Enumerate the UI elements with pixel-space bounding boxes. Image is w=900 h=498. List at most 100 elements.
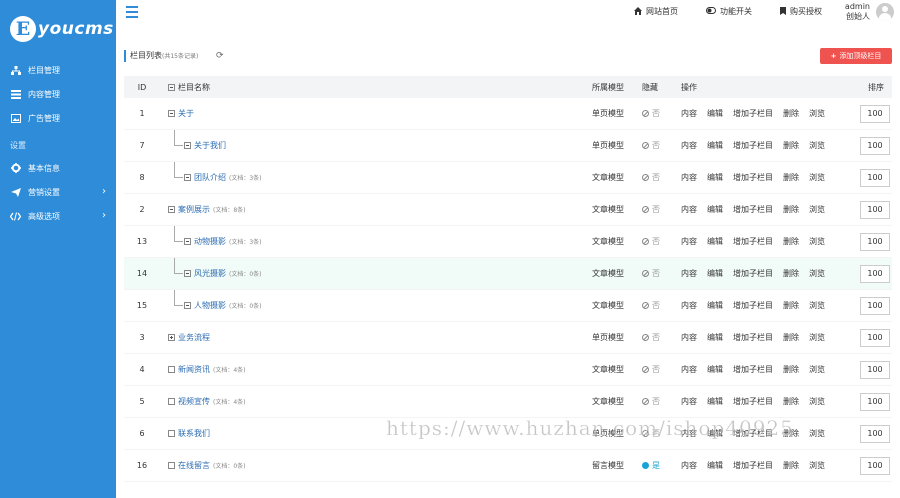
op-0-link[interactable]: 内容 — [681, 332, 697, 343]
expand-toggle-icon[interactable] — [168, 398, 175, 405]
op-4-link[interactable]: 浏览 — [809, 268, 825, 279]
menu-toggle-icon[interactable] — [126, 6, 138, 18]
op-1-link[interactable]: 编辑 — [707, 364, 723, 375]
category-name-link[interactable]: 关于我们 — [194, 140, 226, 151]
row-hide[interactable]: 否 — [642, 130, 660, 161]
expand-toggle-icon[interactable] — [168, 206, 175, 213]
row-hide[interactable]: 否 — [642, 258, 660, 289]
row-hide[interactable]: 否 — [642, 418, 660, 449]
row-hide[interactable]: 否 — [642, 322, 660, 353]
op-3-link[interactable]: 删除 — [783, 108, 799, 119]
category-name-link[interactable]: 在线留言 — [178, 460, 210, 471]
op-0-link[interactable]: 内容 — [681, 460, 697, 471]
op-2-link[interactable]: 增加子栏目 — [733, 396, 773, 407]
op-2-link[interactable]: 增加子栏目 — [733, 108, 773, 119]
op-1-link[interactable]: 编辑 — [707, 140, 723, 151]
expand-toggle-icon[interactable] — [168, 334, 175, 341]
sort-input[interactable] — [860, 168, 890, 187]
sidebar-item-category[interactable]: 栏目管理 — [0, 58, 116, 82]
op-3-link[interactable]: 删除 — [783, 236, 799, 247]
op-1-link[interactable]: 编辑 — [707, 268, 723, 279]
expand-toggle-icon[interactable] — [184, 238, 191, 245]
sidebar-item-marketing[interactable]: 营销设置 › — [0, 180, 116, 204]
op-0-link[interactable]: 内容 — [681, 140, 697, 151]
op-0-link[interactable]: 内容 — [681, 268, 697, 279]
op-1-link[interactable]: 编辑 — [707, 428, 723, 439]
op-2-link[interactable]: 增加子栏目 — [733, 172, 773, 183]
category-name-link[interactable]: 案例展示 — [178, 204, 210, 215]
op-2-link[interactable]: 增加子栏目 — [733, 300, 773, 311]
sort-input[interactable] — [860, 136, 890, 155]
row-hide[interactable]: 否 — [642, 354, 660, 385]
op-0-link[interactable]: 内容 — [681, 396, 697, 407]
sort-input[interactable] — [860, 456, 890, 475]
category-name-link[interactable]: 风光摄影 — [194, 268, 226, 279]
row-hide[interactable]: 否 — [642, 194, 660, 225]
row-hide[interactable]: 否 — [642, 290, 660, 321]
category-name-link[interactable]: 关于 — [178, 108, 194, 119]
row-hide[interactable]: 否 — [642, 98, 660, 129]
op-4-link[interactable]: 浏览 — [809, 364, 825, 375]
op-4-link[interactable]: 浏览 — [809, 108, 825, 119]
op-2-link[interactable]: 增加子栏目 — [733, 140, 773, 151]
avatar[interactable] — [876, 3, 894, 21]
op-4-link[interactable]: 浏览 — [809, 460, 825, 471]
op-0-link[interactable]: 内容 — [681, 172, 697, 183]
op-1-link[interactable]: 编辑 — [707, 300, 723, 311]
feature-switch-link[interactable]: 功能开关 — [706, 6, 752, 17]
op-2-link[interactable]: 增加子栏目 — [733, 204, 773, 215]
row-hide[interactable]: 是 — [642, 450, 660, 481]
op-4-link[interactable]: 浏览 — [809, 428, 825, 439]
op-3-link[interactable]: 删除 — [783, 140, 799, 151]
category-name-link[interactable]: 联系我们 — [178, 428, 210, 439]
op-4-link[interactable]: 浏览 — [809, 332, 825, 343]
op-0-link[interactable]: 内容 — [681, 204, 697, 215]
refresh-icon[interactable]: ⟳ — [216, 51, 224, 61]
site-home-link[interactable]: 网站首页 — [634, 6, 678, 17]
op-1-link[interactable]: 编辑 — [707, 204, 723, 215]
category-name-link[interactable]: 业务流程 — [178, 332, 210, 343]
op-4-link[interactable]: 浏览 — [809, 236, 825, 247]
op-4-link[interactable]: 浏览 — [809, 300, 825, 311]
op-3-link[interactable]: 删除 — [783, 268, 799, 279]
sort-input[interactable] — [860, 104, 890, 123]
op-1-link[interactable]: 编辑 — [707, 236, 723, 247]
expand-toggle-icon[interactable] — [168, 430, 175, 437]
category-name-link[interactable]: 新闻资讯 — [178, 364, 210, 375]
op-0-link[interactable]: 内容 — [681, 108, 697, 119]
row-hide[interactable]: 否 — [642, 162, 660, 193]
op-3-link[interactable]: 删除 — [783, 428, 799, 439]
expand-toggle-icon[interactable] — [184, 302, 191, 309]
op-4-link[interactable]: 浏览 — [809, 396, 825, 407]
sidebar-item-content[interactable]: 内容管理 — [0, 82, 116, 106]
sort-input[interactable] — [860, 424, 890, 443]
op-2-link[interactable]: 增加子栏目 — [733, 332, 773, 343]
op-1-link[interactable]: 编辑 — [707, 460, 723, 471]
row-hide[interactable]: 否 — [642, 386, 660, 417]
buy-license-link[interactable]: 购买授权 — [780, 6, 822, 17]
op-2-link[interactable]: 增加子栏目 — [733, 268, 773, 279]
op-1-link[interactable]: 编辑 — [707, 396, 723, 407]
op-2-link[interactable]: 增加子栏目 — [733, 364, 773, 375]
op-0-link[interactable]: 内容 — [681, 300, 697, 311]
category-name-link[interactable]: 视频宣传 — [178, 396, 210, 407]
row-hide[interactable]: 否 — [642, 226, 660, 257]
op-3-link[interactable]: 删除 — [783, 204, 799, 215]
user-info[interactable]: admin 创始人 — [845, 2, 870, 22]
op-3-link[interactable]: 删除 — [783, 460, 799, 471]
op-1-link[interactable]: 编辑 — [707, 172, 723, 183]
sidebar-item-ads[interactable]: 广告管理 — [0, 106, 116, 130]
op-1-link[interactable]: 编辑 — [707, 332, 723, 343]
op-4-link[interactable]: 浏览 — [809, 204, 825, 215]
expand-toggle-icon[interactable] — [168, 366, 175, 373]
sort-input[interactable] — [860, 392, 890, 411]
op-0-link[interactable]: 内容 — [681, 364, 697, 375]
sidebar-item-basic-info[interactable]: 基本信息 — [0, 156, 116, 180]
sort-input[interactable] — [860, 328, 890, 347]
sort-input[interactable] — [860, 232, 890, 251]
op-1-link[interactable]: 编辑 — [707, 108, 723, 119]
sort-input[interactable] — [860, 360, 890, 379]
collapse-all-icon[interactable] — [168, 83, 175, 91]
expand-toggle-icon[interactable] — [184, 270, 191, 277]
expand-toggle-icon[interactable] — [168, 462, 175, 469]
